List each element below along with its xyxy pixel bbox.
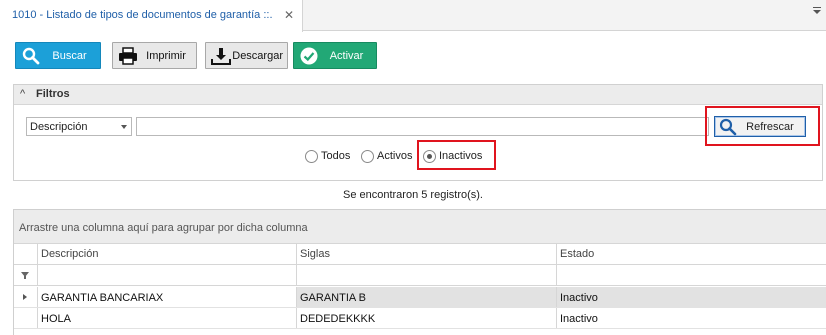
- row-indicator: [14, 287, 38, 307]
- radio-activos-label: Activos: [377, 150, 413, 162]
- filter-indicator: [14, 265, 38, 285]
- printer-icon: [116, 44, 140, 68]
- radio-todos-circle: [305, 149, 318, 163]
- field-select[interactable]: Descripción: [26, 117, 132, 136]
- group-hint: Arrastre una columna aquí para agrupar p…: [19, 222, 308, 234]
- grid-header: Descripción Siglas Estado: [14, 244, 826, 265]
- download-icon: [209, 44, 232, 68]
- filter-cell-descripcion[interactable]: [38, 265, 297, 285]
- chevron-down-icon: [121, 125, 127, 129]
- radio-activos[interactable]: Activos: [361, 148, 412, 164]
- cell-estado[interactable]: Inactivo: [557, 308, 826, 328]
- imprimir-button[interactable]: Imprimir: [112, 42, 197, 69]
- table-row[interactable]: HOLA DEDEDEKKKK Inactivo: [14, 308, 826, 329]
- filter-cell-siglas[interactable]: [297, 265, 557, 285]
- column-header-descripcion[interactable]: Descripción: [38, 244, 297, 264]
- results-grid: Arrastre una columna aquí para agrupar p…: [13, 209, 826, 335]
- descargar-label: Descargar: [232, 49, 283, 62]
- buscar-button[interactable]: Buscar: [15, 42, 101, 69]
- filters-header[interactable]: ^ Filtros: [14, 85, 822, 105]
- document-tab[interactable]: 1010 - Listado de tipos de documentos de…: [0, 0, 303, 32]
- cell-descripcion[interactable]: HOLA: [38, 308, 297, 328]
- document-tab-strip: 1010 - Listado de tipos de documentos de…: [0, 0, 826, 32]
- cell-siglas[interactable]: GARANTIA B: [297, 287, 557, 307]
- cell-siglas[interactable]: DEDEDEKKKK: [297, 308, 557, 328]
- imprimir-label: Imprimir: [146, 49, 186, 62]
- descargar-button[interactable]: Descargar: [205, 42, 288, 69]
- filter-cell-estado[interactable]: [557, 265, 826, 285]
- table-row[interactable]: GARANTIA BANCARIAX GARANTIA B Inactivo: [14, 287, 826, 308]
- focused-row-arrow-icon: [23, 294, 27, 300]
- row-indicator: [14, 308, 38, 328]
- field-select-value: Descripción: [30, 121, 88, 133]
- records-count: Se encontraron 5 registro(s).: [342, 189, 483, 201]
- auto-filter-row: [14, 265, 826, 286]
- column-header-siglas[interactable]: Siglas: [297, 244, 557, 264]
- buscar-label: Buscar: [52, 49, 87, 62]
- radio-todos-label: Todos: [321, 150, 351, 162]
- cell-descripcion[interactable]: GARANTIA BANCARIAX: [38, 287, 297, 307]
- radio-activos-circle: [361, 149, 374, 163]
- inactivos-highlight-box: [417, 140, 496, 170]
- chevron-up-icon[interactable]: ^: [20, 88, 25, 100]
- cell-estado[interactable]: Inactivo: [557, 287, 826, 307]
- radio-todos[interactable]: Todos: [305, 148, 350, 164]
- group-panel[interactable]: Arrastre una columna aquí para agrupar p…: [14, 210, 826, 244]
- header-indicator: [14, 244, 38, 264]
- tab-list-dropdown-icon[interactable]: [812, 6, 822, 16]
- activar-button[interactable]: Activar: [293, 42, 377, 69]
- check-circle-icon: [297, 44, 321, 68]
- search-input[interactable]: [136, 117, 709, 136]
- search-icon: [19, 44, 43, 68]
- filters-title: Filtros: [36, 88, 70, 100]
- column-header-estado[interactable]: Estado: [557, 244, 826, 264]
- close-icon[interactable]: ✕: [284, 8, 294, 22]
- activar-label: Activar: [329, 49, 364, 62]
- tab-title: 1010 - Listado de tipos de documentos de…: [12, 9, 273, 21]
- refresh-highlight-box: [705, 106, 820, 146]
